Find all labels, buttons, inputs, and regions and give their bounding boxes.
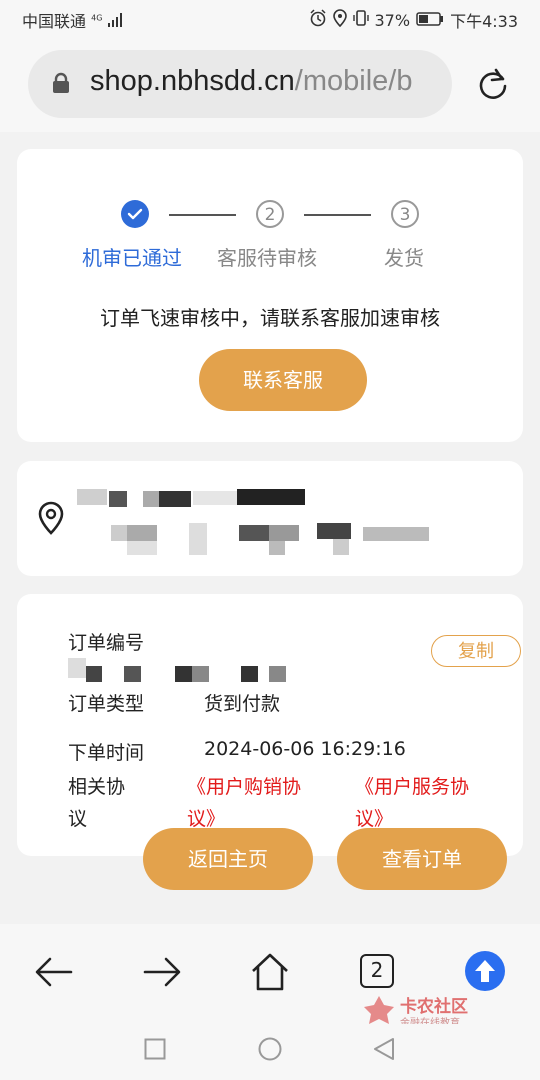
service-agreement-link[interactable]: 《用户服务协 [355, 772, 469, 799]
home-icon[interactable] [250, 952, 290, 996]
order-time-value: 2024-06-06 16:29:16 [204, 738, 406, 760]
vibrate-icon [352, 9, 369, 31]
purchase-agreement-link[interactable]: 《用户购销协 [187, 772, 301, 799]
agreements-label: 相关协 [68, 776, 126, 798]
carrier-name: 中国联通 [22, 12, 87, 31]
step-2-label: 客服待审核 [217, 246, 317, 270]
system-nav-bar [0, 1024, 540, 1080]
signal-icon [107, 12, 124, 31]
location-pin-icon [37, 501, 65, 539]
review-message: 订单飞速审核中，请联系客服加速审核 [100, 306, 440, 330]
address-bar[interactable]: shop.nbhsdd.cn/mobile/b [28, 50, 452, 118]
back-home-button[interactable]: 返回主页 [143, 828, 313, 890]
forward-arrow-icon[interactable] [142, 954, 182, 994]
battery-icon [416, 11, 444, 30]
url-text: shop.nbhsdd.cn/mobile/b [90, 65, 412, 98]
order-number-label: 订单编号 [68, 632, 145, 654]
step-connector [169, 214, 236, 216]
order-time-label: 下单时间 [68, 742, 145, 764]
shipping-address-card[interactable] [17, 461, 523, 576]
url-host: shop.nbhsdd.cn [90, 65, 295, 97]
battery-percent: 37% [374, 10, 411, 30]
location-icon [332, 9, 347, 31]
progress-steps: 2 3 机审已通过 客服待审核 发货 [17, 149, 523, 270]
view-order-button[interactable]: 查看订单 [337, 828, 507, 890]
step-3-label: 发货 [384, 246, 424, 270]
status-bar: 中国联通 4G 37% 下午4:33 [0, 0, 540, 36]
step-1-check-icon [121, 200, 149, 228]
step-connector [304, 214, 371, 216]
lock-icon [52, 72, 70, 94]
carrier-info: 中国联通 4G [22, 8, 124, 32]
recents-icon[interactable] [144, 1038, 166, 1064]
home-circle-icon[interactable] [258, 1037, 282, 1065]
browser-toolbar: shop.nbhsdd.cn/mobile/b [0, 36, 540, 132]
service-agreement-link-cont[interactable]: 议》 [355, 804, 393, 831]
url-path: /mobile/b [294, 65, 413, 97]
order-info-card: 订单编号 复制 订单类型 货到付款 下单时间 2024-06-06 16:29:… [17, 594, 523, 856]
agreements-label-cont: 议 [68, 808, 88, 830]
step-1-label: 机审已通过 [82, 246, 182, 270]
back-arrow-icon[interactable] [34, 954, 74, 994]
review-progress-card: 2 3 机审已通过 客服待审核 发货 订单飞速审核中，请联系客服加速审核 联系客… [17, 149, 523, 442]
purchase-agreement-link-cont[interactable]: 议》 [187, 804, 225, 831]
step-3-circle: 3 [391, 200, 419, 228]
contact-service-button[interactable]: 联系客服 [199, 349, 367, 411]
clock-time: 下午4:33 [450, 12, 518, 31]
network-type: 4G [91, 13, 103, 23]
status-indicators: 37% 下午4:33 [309, 8, 518, 32]
step-2-circle: 2 [256, 200, 284, 228]
reload-icon[interactable] [476, 67, 510, 101]
back-triangle-icon[interactable] [372, 1037, 396, 1065]
order-type-label: 订单类型 [68, 693, 145, 715]
copy-button[interactable]: 复制 [431, 635, 521, 667]
alarm-icon [309, 9, 327, 31]
order-type-value: 货到付款 [204, 693, 281, 715]
tabs-icon[interactable]: 2 [360, 954, 394, 988]
scroll-top-icon[interactable] [465, 951, 505, 995]
